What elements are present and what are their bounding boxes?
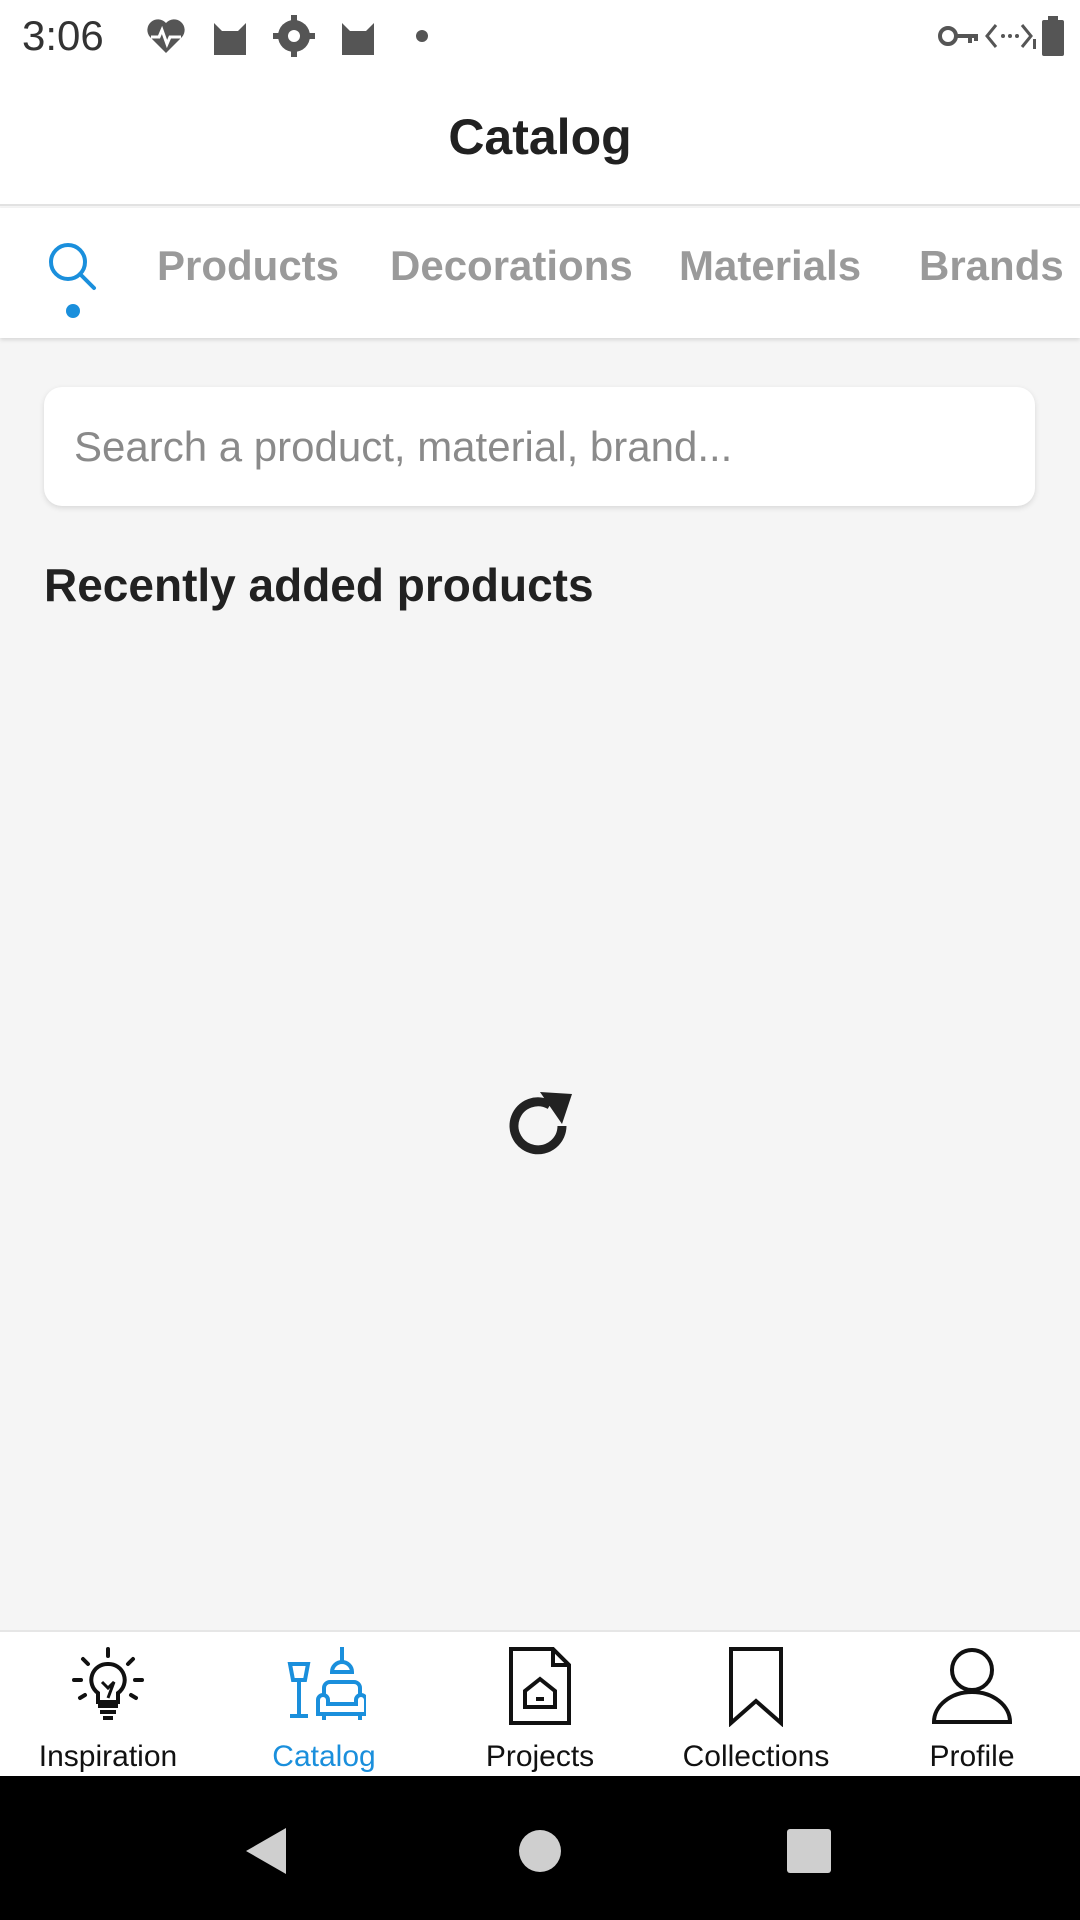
bookmark-icon [706, 1644, 806, 1728]
nav-label: Profile [929, 1740, 1015, 1773]
status-time: 3:06 [22, 12, 104, 59]
app-bar: Catalog [0, 72, 1080, 206]
bottom-navigation: Inspiration Catalog Projects Collections… [0, 1630, 1080, 1776]
nav-label: Catalog [272, 1740, 376, 1773]
code-arrows-icon [984, 12, 1036, 60]
search-input[interactable] [44, 387, 1035, 506]
cat-icon [326, 12, 390, 60]
cat-icon [198, 12, 262, 60]
catalog-tabs: Products Decorations Materials Brands [0, 208, 1080, 338]
system-status-icons [938, 12, 1066, 60]
key-icon [938, 12, 980, 60]
lamp-sofa-icon [274, 1644, 374, 1728]
lightbulb-icon [58, 1644, 158, 1728]
tab-materials[interactable]: Materials [679, 242, 861, 290]
home-icon[interactable] [505, 1816, 575, 1886]
active-tab-indicator [66, 304, 80, 318]
recents-icon[interactable] [774, 1816, 844, 1886]
search-field [44, 387, 1035, 506]
section-title: Recently added products [44, 559, 594, 611]
search-icon [49, 243, 96, 290]
system-navigation-bar [0, 1776, 1080, 1920]
nav-label: Collections [682, 1740, 830, 1773]
nav-label: Inspiration [38, 1740, 178, 1773]
nav-profile[interactable]: Profile [864, 1632, 1080, 1778]
nav-catalog[interactable]: Catalog [216, 1632, 432, 1778]
gear-badge-icon [262, 12, 326, 60]
person-icon [922, 1644, 1022, 1728]
nav-collections[interactable]: Collections [648, 1632, 864, 1778]
tab-products[interactable]: Products [157, 242, 339, 290]
back-icon[interactable] [230, 1816, 300, 1886]
page-title: Catalog [448, 109, 632, 165]
tab-search[interactable] [44, 238, 104, 318]
heart-pulse-icon [134, 12, 198, 60]
notification-icons [134, 12, 454, 60]
house-document-icon [490, 1644, 590, 1728]
status-bar: 3:06 [0, 0, 1080, 72]
tab-decorations[interactable]: Decorations [390, 242, 633, 290]
refresh-icon[interactable] [500, 1086, 580, 1166]
nav-projects[interactable]: Projects [432, 1632, 648, 1778]
tab-brands[interactable]: Brands [919, 242, 1064, 290]
battery-icon [1040, 12, 1066, 60]
dot-icon [390, 12, 454, 60]
nav-label: Projects [485, 1740, 595, 1773]
nav-inspiration[interactable]: Inspiration [0, 1632, 216, 1778]
